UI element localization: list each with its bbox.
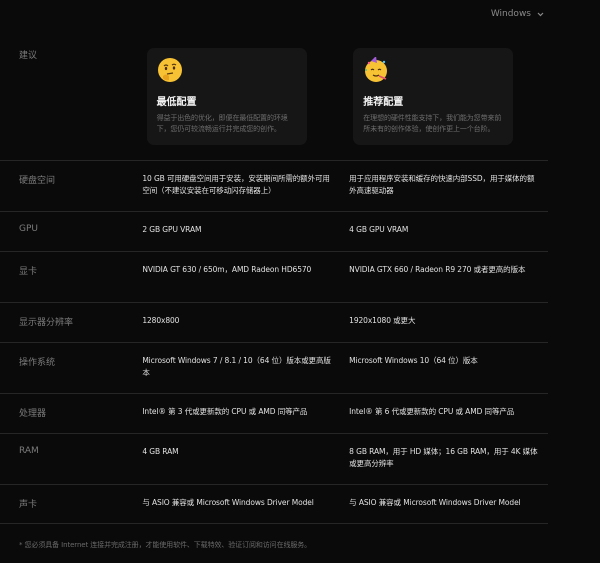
spec-rec-value: NVIDIA GTX 660 / Radeon R9 270 或者更高的版本 [349,265,526,274]
spec-row-ram: RAM 4 GB RAM 8 GB RAM，用于 HD 媒体；16 GB RAM… [0,433,548,484]
spec-header-row: 建议 最低配置 得益于出色的优化，即便在最低配置的环境下，您仍可较流畅运行并完成… [0,35,548,160]
rec-config-title: 推荐配置 [363,97,404,108]
spec-label: GPU [19,224,38,234]
spec-min-value: 10 GB 可用硬盘空间用于安装，安装期间所需的额外可用空间（不建议安装在可移动… [142,174,330,195]
footnote: * 您必须具备 Internet 连接并完成注册，才能使用软件、下载特效、验证订… [19,541,312,549]
spec-label: 操作系统 [19,358,56,368]
spec-table: 建议 最低配置 得益于出色的优化，即便在最低配置的环境下，您仍可较流畅运行并完成… [0,35,548,524]
spec-label: 显示器分辨率 [19,318,74,328]
chevron-down-icon [537,12,544,16]
spec-rec-value: 4 GB GPU VRAM [349,225,409,234]
os-selector-value: Windows [490,9,531,19]
spec-row-disk: 硬盘空间 10 GB 可用硬盘空间用于安装，安装期间所需的额外可用空间（不建议安… [0,160,548,211]
spec-label: 硬盘空间 [19,176,56,186]
spec-row-os: 操作系统 Microsoft Windows 7 / 8.1 / 10（64 位… [0,342,548,393]
spec-min-value: 与 ASIO 兼容或 Microsoft Windows Driver Mode… [142,498,314,507]
rec-config-card: 推荐配置 在理想的硬件性能支持下，我们能为您带来前所未有的创作体验，使创作更上一… [353,48,514,145]
thinking-face-icon [157,58,182,82]
os-selector[interactable]: Windows [491,9,544,19]
min-config-title: 最低配置 [156,97,197,108]
partying-face-icon [365,57,388,82]
spec-min-value: 4 GB RAM [142,447,179,456]
spec-rec-value: 8 GB RAM，用于 HD 媒体；16 GB RAM，用于 4K 媒体或更高分… [349,447,538,468]
spec-rec-value: Intel® 第 6 代或更新款的 CPU 或 AMD 同等产品 [349,407,515,416]
spec-rec-value: 与 ASIO 兼容或 Microsoft Windows Driver Mode… [349,498,521,507]
spec-row-graphics-card: 显卡 NVIDIA GT 630 / 650m，AMD Radeon HD657… [0,251,548,302]
spec-min-value: NVIDIA GT 630 / 650m，AMD Radeon HD6570 [142,265,312,274]
spec-row-sound-card: 声卡 与 ASIO 兼容或 Microsoft Windows Driver M… [0,484,548,524]
spec-min-value: 1280x800 [142,316,180,325]
min-config-description: 得益于出色的优化，即便在最低配置的环境下，您仍可较流畅运行并完成您的创作。 [156,114,288,133]
spec-label: 声卡 [19,500,38,510]
spec-min-value: Microsoft Windows 7 / 8.1 / 10（64 位）版本或更… [142,356,331,377]
spec-label: 显卡 [19,267,38,277]
recommend-label: 建议 [19,51,38,61]
spec-row-resolution: 显示器分辨率 1280x800 1920x1080 或更大 [0,302,548,342]
min-config-card: 最低配置 得益于出色的优化，即便在最低配置的环境下，您仍可较流畅运行并完成您的创… [146,48,307,145]
spec-label: 处理器 [19,409,47,419]
rec-config-description: 在理想的硬件性能支持下，我们能为您带来前所未有的创作体验，使创作更上一个台阶。 [363,114,502,133]
spec-row-gpu: GPU 2 GB GPU VRAM 4 GB GPU VRAM [0,211,548,251]
spec-rec-value: 1920x1080 或更大 [349,316,416,325]
spec-rec-value: Microsoft Windows 10（64 位）版本 [349,356,478,365]
spec-rec-value: 用于应用程序安装和缓存的快速内部SSD，用于媒体的额外高速驱动器 [349,174,535,195]
spec-row-cpu: 处理器 Intel® 第 3 代或更新款的 CPU 或 AMD 同等产品 Int… [0,393,548,433]
spec-min-value: 2 GB GPU VRAM [142,225,202,234]
spec-label: RAM [19,446,39,456]
spec-min-value: Intel® 第 3 代或更新款的 CPU 或 AMD 同等产品 [142,407,308,416]
